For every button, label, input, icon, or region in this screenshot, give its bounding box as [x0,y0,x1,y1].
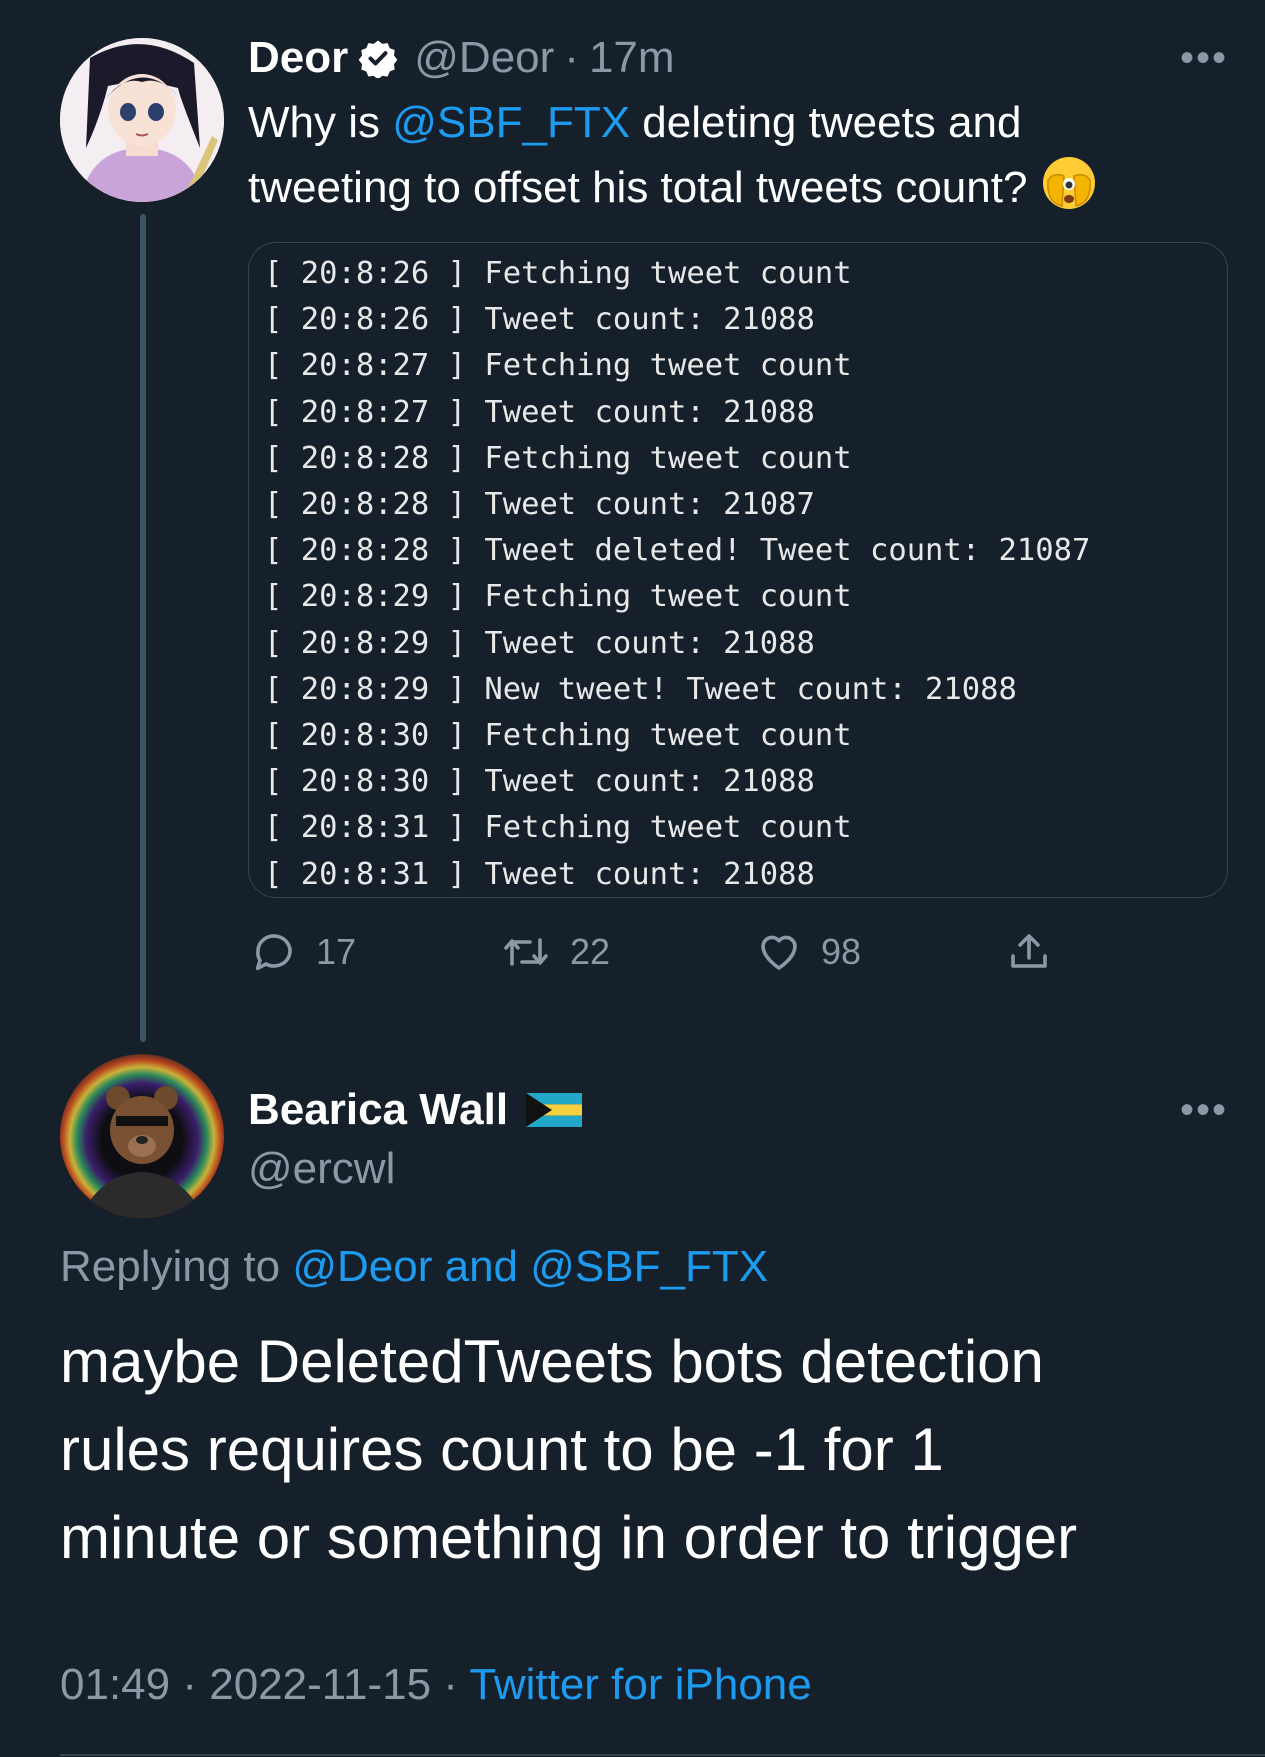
terminal-line: [ 20:8:28 ] Tweet count: 21087 [264,487,815,523]
reply-count: 17 [316,931,357,972]
replying-to-links[interactable]: @Deor and @SBF_FTX [292,1242,768,1291]
reply-icon [250,928,298,976]
retweet-action[interactable]: 22 [500,928,610,976]
meta-separator: · [182,1660,197,1709]
reply-text-line: minute or something in order to trigger [60,1504,1078,1571]
terminal-line: [ 20:8:27 ] Tweet count: 21088 [264,394,815,430]
terminal-output: [ 20:8:26 ] Fetching tweet count [ 20:8:… [264,251,1091,897]
deor-avatar[interactable] [60,38,224,202]
terminal-line: [ 20:8:30 ] Tweet count: 21088 [264,764,815,800]
reply-tweet-text: maybe DeletedTweets bots detection rules… [60,1318,1260,1582]
thread-connector-line [140,214,146,1042]
terminal-line: [ 20:8:29 ] Tweet count: 21088 [264,625,815,661]
terminal-line: [ 20:8:29 ] New tweet! Tweet count: 2108… [264,671,1017,707]
bear-portrait-image [60,1054,224,1218]
reply-text-line: maybe DeletedTweets bots detection [60,1328,1044,1395]
anime-portrait-image [60,38,224,202]
terminal-line: [ 20:8:26 ] Tweet count: 21088 [264,302,815,338]
verified-badge-icon [358,38,398,80]
reply-text-line: rules requires count to be -1 for 1 [60,1416,944,1483]
retweet-count: 22 [570,931,611,972]
header-separator: · [564,33,579,82]
reply-date[interactable]: 2022-11-15 [209,1660,431,1709]
terminal-line: [ 20:8:31 ] Tweet count: 21088 [264,856,815,892]
reply-tweet-header: Bearica Wall [248,1082,583,1138]
bahamas-flag-icon [526,1093,583,1127]
tweet-actions-bar: 17 22 98 [250,928,1070,978]
terminal-line: [ 20:8:26 ] Fetching tweet count [264,256,852,291]
like-count: 98 [821,931,862,972]
original-tweet-text: Why is @SBF_FTX deleting tweets and twee… [248,92,1228,219]
retweet-icon [500,928,552,976]
author-name[interactable]: Deor [248,33,348,83]
peeking-face-emoji [1040,154,1098,212]
author-handle[interactable]: @Deor [414,33,554,83]
client-link[interactable]: Twitter for iPhone [469,1660,811,1709]
reply-more-options-icon[interactable]: ••• [1180,1090,1228,1130]
terminal-line: [ 20:8:30 ] Fetching tweet count [264,718,852,754]
reply-author-name[interactable]: Bearica Wall [248,1085,508,1135]
tweet-metadata: 01:49 · 2022-11-15 · Twitter for iPhone [60,1660,812,1710]
replying-to-line: Replying to @Deor and @SBF_FTX [60,1242,768,1292]
share-action[interactable] [1005,928,1053,976]
mention-link[interactable]: @SBF_FTX [392,98,630,147]
original-tweet-header: Deor @Deor · 17m [248,30,675,86]
divider [60,1754,1265,1756]
terminal-line: [ 20:8:29 ] Fetching tweet count [264,579,852,615]
tweet-timestamp[interactable]: 17m [589,33,675,83]
tweet-text-part1: Why is [248,98,393,147]
reply-author-handle[interactable]: @ercwl [248,1144,395,1194]
more-options-icon[interactable]: ••• [1180,38,1228,78]
terminal-line: [ 20:8:31 ] Fetching tweet count [264,810,852,846]
like-action[interactable]: 98 [755,928,861,976]
bearica-avatar[interactable] [60,1054,224,1218]
tweet-text-part2: deleting tweets and [630,98,1022,147]
reply-time[interactable]: 01:49 [60,1660,170,1709]
terminal-line: [ 20:8:28 ] Tweet deleted! Tweet count: … [264,533,1091,569]
share-icon [1005,928,1053,976]
heart-icon [755,928,803,976]
tweet-text-line2: tweeting to offset his total tweets coun… [248,163,1028,212]
terminal-screenshot-image[interactable]: [ 20:8:26 ] Fetching tweet count [ 20:8:… [248,242,1228,898]
terminal-line: [ 20:8:27 ] Fetching tweet count [264,348,852,384]
replying-prefix: Replying to [60,1242,293,1291]
terminal-line: [ 20:8:28 ] Fetching tweet count [264,440,852,476]
reply-action[interactable]: 17 [250,928,356,976]
meta-separator: · [443,1660,458,1709]
